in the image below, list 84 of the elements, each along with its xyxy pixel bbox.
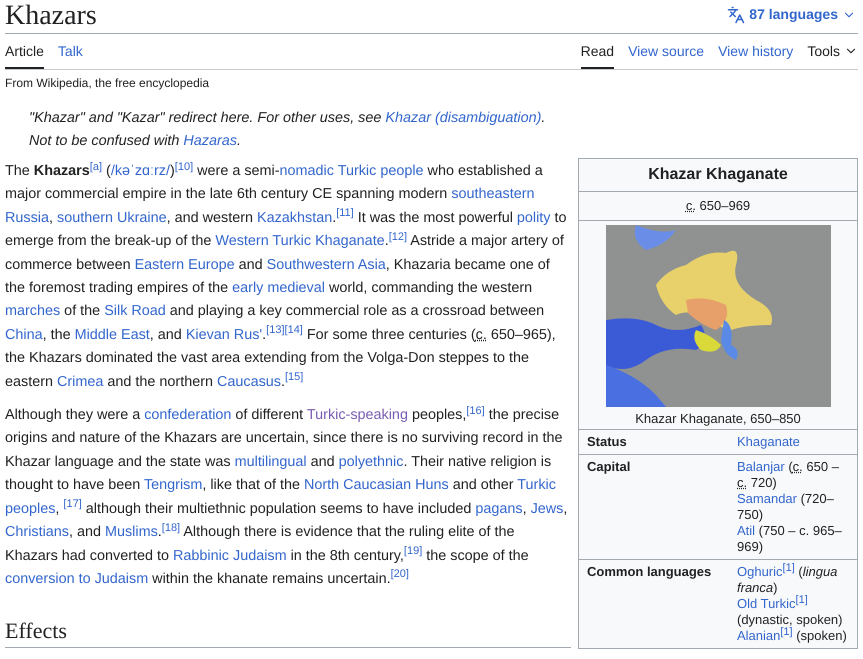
translate-icon [727, 6, 746, 24]
view-tab[interactable]: View history [718, 41, 794, 69]
languages-button[interactable]: 87 languages [727, 4, 856, 25]
link[interactable]: Eastern Europe [134, 256, 235, 273]
infobox-value: Balanjar (c. 650 – c. 720) [737, 459, 840, 491]
link[interactable]: marches [5, 303, 60, 320]
link[interactable]: Alanian [737, 628, 780, 643]
link[interactable]: Silk Road [104, 303, 166, 320]
reference-link[interactable]: [12] [388, 230, 408, 243]
page-tab[interactable]: Article [5, 41, 44, 69]
link[interactable]: southern Ukraine [57, 210, 167, 226]
paragraph: The Khazars$^{[a]}$ (/kəˈzɑːrz/)$^{[10]}$ were a semi-nomadic Turkic people who established a major commercial empire in the late 6th century CE spanning modern southeastern Russia, southern Ukraine, and western Kazakhstan.$^{[11]}$ It was the most powerful polity to emerge from the break-up of the Western Turkic Khaganate.$^{[12]}$ Astride a major artery of commerce between Eastern Europe and Southwestern Asia, Khazaria became one of the foremost trading empires of the early medieval world, commanding the western marches of the Silk Road and playing a key commercial role as a crossroad between China, the Middle East, and Kievan Rus'.$^{[13]}$$^{[14]}$ For some three centuries (c. 650–965), the Khazars dominated the vast area extending from the Volga-Don steppes to the eastern Crimea and the northern Caucasus.$^{[15]}$ [5, 160, 568, 392]
infobox-value: Alanian$^{[1]}$ (spoken) [737, 628, 848, 644]
link[interactable]: confederation [144, 407, 232, 424]
link[interactable]: Atil [737, 523, 756, 538]
tools-menu[interactable]: Tools [807, 41, 858, 69]
paragraph: Although they were a confederation of different Turkic-speaking peoples,$^{[16]}$ the precise origins and nature of the Khazars are uncertain, since there is no surviving record in the Khazar language and the state was multilingual and polyethnic. Their native religion is thought to have been Tengrism, like that of the North Caucasian Huns and other Turkic peoples, $^{[17]}$ although their multiethnic population seems to have included pagans, Jews, Christians, and Muslims.$^{[18]}$ Although there is evidence that the ruling elite of the Khazars had converted to Rabbinic Judaism in the 8th century,$^{[19]}$ the scope of the conversion to Judaism within the khanate remains uncertain.$^{[20]}$ [5, 404, 568, 589]
reference-link[interactable]: [10] [174, 160, 194, 172]
reference-link[interactable]: [15] [285, 371, 304, 384]
view-tab[interactable]: View source [628, 41, 704, 69]
link[interactable]: early medieval [232, 280, 325, 296]
link[interactable]: North Caucasian Huns [304, 477, 449, 494]
reference-link[interactable]: [1] [796, 594, 808, 606]
link[interactable]: Caucasus [217, 374, 281, 390]
reference-link[interactable]: [17] [63, 498, 82, 510]
link[interactable]: Western Turkic Khaganate [215, 233, 385, 250]
infobox-value: Old Turkic$^{[1]}$ (dynastic, spoken) [737, 596, 844, 627]
link[interactable]: Muslims [105, 524, 158, 540]
link[interactable]: Jews [530, 500, 564, 517]
link[interactable]: Oghuric [737, 564, 783, 579]
infobox-label: Common languages [587, 564, 712, 581]
link[interactable]: Tengrism [144, 477, 202, 494]
link[interactable]: Kazakhstan [257, 210, 332, 226]
link[interactable]: Old Turkic [737, 596, 796, 611]
infobox-dates: c. 650–969 [579, 192, 857, 221]
reference-link[interactable]: [20] [390, 568, 409, 580]
link[interactable]: polyethnic [338, 454, 404, 470]
link[interactable]: /kəˈzɑːrz/ [110, 163, 170, 179]
page-title: Khazars [5, 1, 97, 31]
view-tab[interactable]: Read [580, 41, 614, 69]
link[interactable]: Turkic people [338, 163, 424, 179]
link[interactable]: conversion to Judaism [5, 570, 148, 587]
infobox-value: Samandar (720–750) [737, 491, 835, 523]
reference-link[interactable]: [1] [782, 562, 795, 574]
infobox-title: Khazar Khaganate [579, 159, 857, 192]
link[interactable]: China [5, 326, 43, 343]
reference-link[interactable]: [19] [404, 545, 422, 557]
infobox-value: Atil (750 – c. 965–969) [737, 523, 843, 555]
link[interactable]: Christians [5, 524, 69, 540]
link[interactable]: Samandar [737, 491, 797, 506]
link[interactable]: polity [516, 210, 551, 226]
link[interactable]: Turkic [517, 477, 556, 494]
link[interactable]: peoples [5, 500, 56, 517]
map-caption: Khazar Khaganate, 650–850 [635, 411, 801, 427]
hatnote: Not to be confused with Hazaras. [29, 132, 242, 151]
infobox-label: Status [587, 434, 628, 450]
infobox-label: Capital [587, 459, 632, 476]
reference-link[interactable]: [11] [336, 207, 354, 220]
reference-link[interactable]: [14] [284, 324, 303, 336]
reference-link[interactable]: [13] [266, 324, 285, 336]
link[interactable]: Southwestern Asia [266, 256, 386, 273]
link[interactable]: Balanjar [737, 459, 785, 474]
link[interactable]: Khazar (disambiguation) [385, 110, 542, 126]
link[interactable]: nomadic [280, 163, 334, 179]
link[interactable]: pagans [475, 500, 523, 517]
link[interactable]: Russia [5, 210, 49, 226]
reference-link[interactable]: [16] [466, 404, 485, 417]
hatnote: "Khazar" and "Kazar" redirect here. For other uses, see Khazar (disambiguation). [29, 109, 546, 128]
reference-link[interactable]: [a] [90, 160, 102, 172]
link[interactable]: multilingual [234, 454, 307, 470]
reference-link[interactable]: [1] [780, 626, 793, 638]
link[interactable]: Kievan Rus' [186, 326, 262, 343]
link[interactable]: Middle East [74, 326, 150, 343]
link[interactable]: Hazaras [183, 133, 237, 149]
reference-link[interactable]: [18] [162, 522, 180, 534]
tagline: From Wikipedia, the free encyclopedia [5, 75, 210, 92]
link[interactable]: Khaganate [737, 434, 800, 449]
section-heading: Effects [5, 617, 571, 648]
link[interactable]: Crimea [57, 374, 104, 390]
link[interactable]: Rabbinic Judaism [173, 548, 287, 564]
visited-link[interactable]: Turkic-speaking [306, 407, 408, 424]
link[interactable]: southeastern [451, 186, 535, 202]
page-tab[interactable]: Talk [58, 41, 83, 69]
infobox-value: Oghuric$^{[1]}$ (lingua franca) [737, 564, 838, 595]
